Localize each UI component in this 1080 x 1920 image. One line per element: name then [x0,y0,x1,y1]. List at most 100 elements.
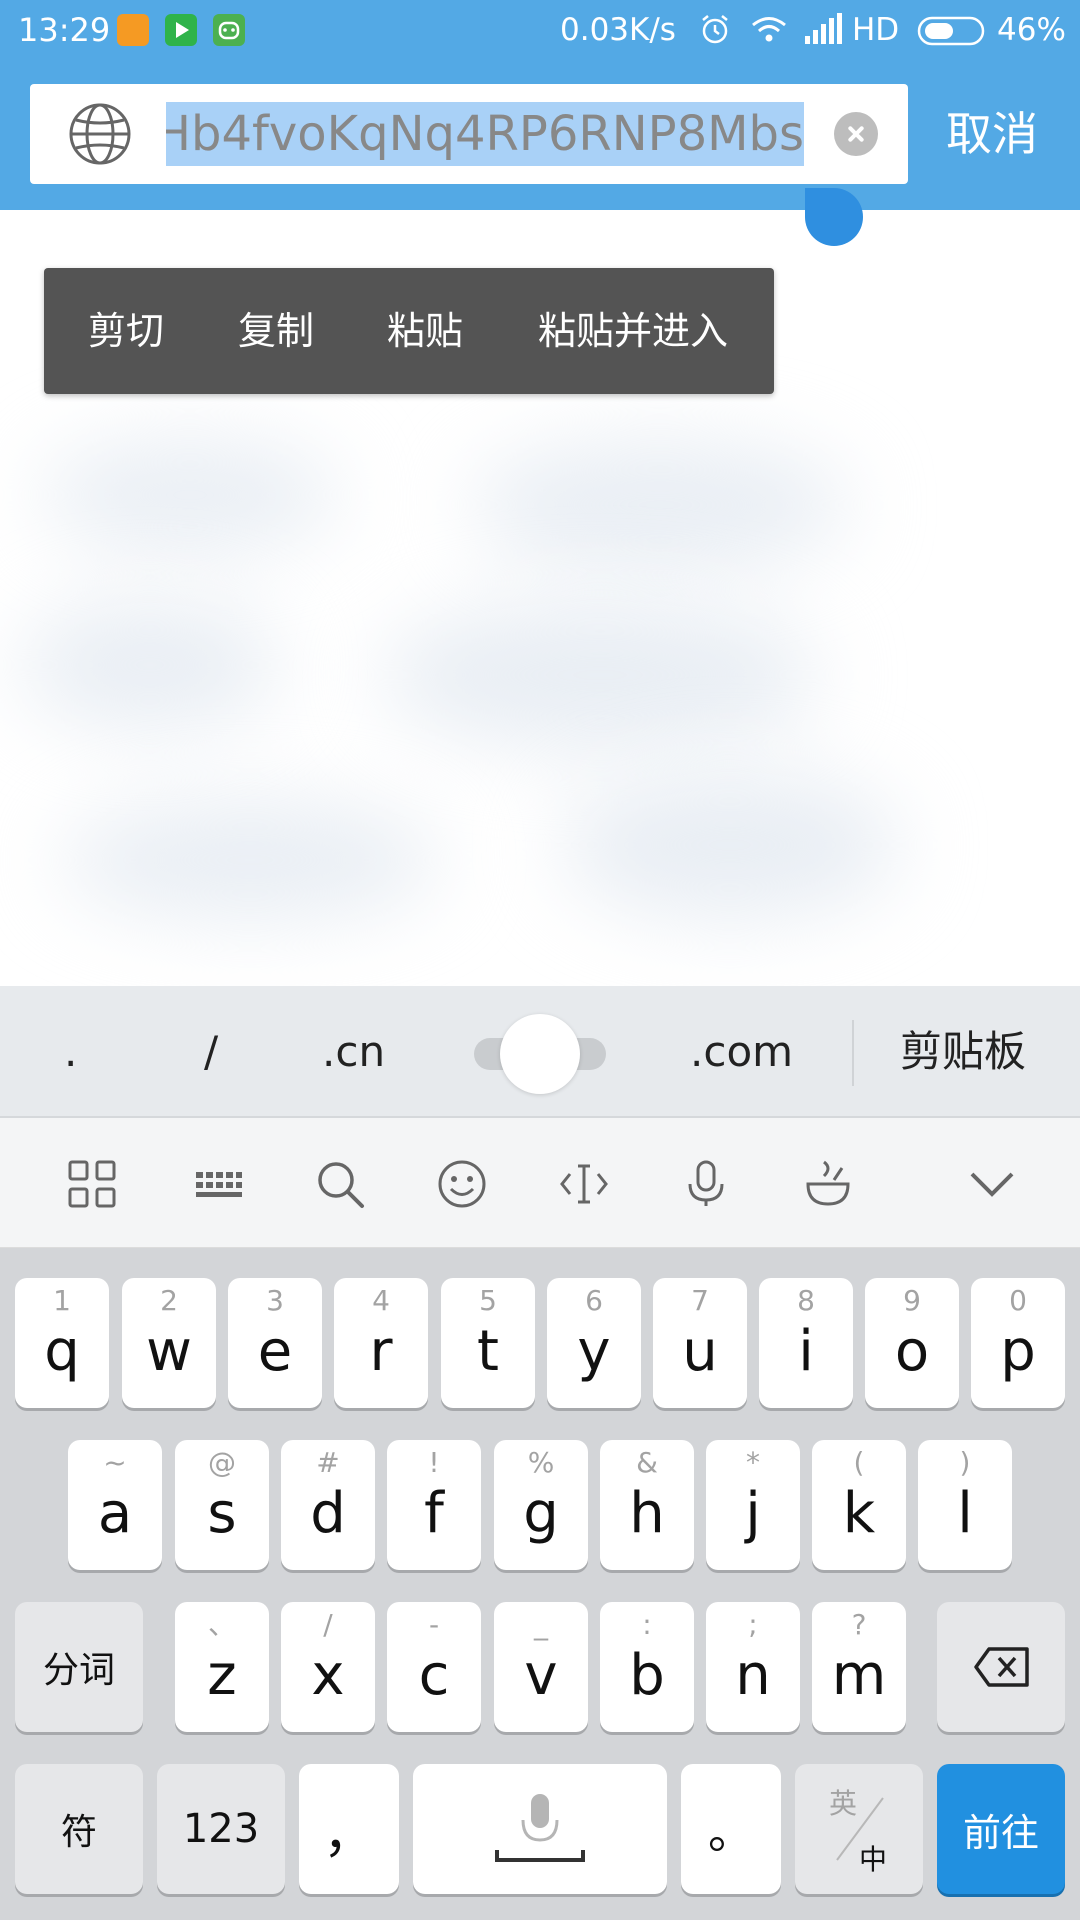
segment-key[interactable]: 分词 [15,1602,143,1732]
cancel-button[interactable]: 取消 [946,106,1038,162]
key-r[interactable]: 4r [334,1278,428,1408]
menu-copy[interactable]: 复制 [238,308,314,354]
page-content-blur [20,600,280,730]
key-label: c [418,1643,450,1708]
key-label: y [577,1319,611,1384]
menu-cut[interactable]: 剪切 [88,308,164,354]
key-sub: 9 [903,1284,921,1317]
key-s[interactable]: @ s [175,1440,269,1570]
key-label: 前往 [962,1810,1039,1855]
key-h[interactable]: & h [600,1440,694,1570]
key-sub: 8 [797,1284,815,1317]
key-l[interactable]: ) l [918,1440,1012,1570]
battery-percent: 46% [997,12,1066,48]
key-d[interactable]: # d [281,1440,375,1570]
key-sub: 5 [479,1284,497,1317]
key-m[interactable]: ? m [812,1602,906,1732]
key-t[interactable]: 5t [441,1278,535,1408]
key-label: e [257,1319,293,1384]
android-app-icon [213,14,245,46]
key-g[interactable]: % g [494,1440,588,1570]
comma-key[interactable]: ， [299,1764,399,1894]
menu-paste[interactable]: 粘贴 [387,308,463,354]
skin-theme-icon[interactable] [802,1158,854,1210]
key-label: 123 [182,1806,260,1852]
key-y[interactable]: 6y [547,1278,641,1408]
key-o[interactable]: 9o [865,1278,959,1408]
period-key[interactable]: 。 [681,1764,781,1894]
key-label: 分词 [42,1650,115,1691]
cursor-slider-knob[interactable] [500,1014,580,1094]
header: 13:29 0.03K/s HD 46% .eHb4fvoKqNq4RP6RNP… [0,0,1080,210]
key-q[interactable]: 1q [15,1278,109,1408]
backspace-icon [974,1647,1029,1687]
language-switch-key[interactable]: 英 中 [795,1764,923,1894]
key-n[interactable]: ; n [706,1602,800,1732]
key-label: u [682,1319,718,1384]
key-j[interactable]: * j [706,1440,800,1570]
chevron-down-icon[interactable] [966,1158,1018,1210]
url-input[interactable]: .eHb4fvoKqNq4RP6RNP8Mbs [166,106,804,162]
key-c[interactable]: -c [387,1602,481,1732]
url-bar[interactable]: .eHb4fvoKqNq4RP6RNP8Mbs [30,84,908,184]
key-label: i [798,1319,814,1384]
grid-menu-icon[interactable] [66,1158,118,1210]
suggest-com[interactable]: .com [690,1026,793,1078]
keyboard-layout-icon[interactable] [192,1158,244,1210]
key-label: 。 [708,1805,754,1859]
symbol-key[interactable]: 符 [15,1764,143,1894]
alarm-icon [702,15,728,44]
key-label: g [523,1481,559,1546]
key-sub: ! [428,1446,440,1479]
key-f[interactable]: ! f [387,1440,481,1570]
globe-icon [69,103,131,165]
space-key[interactable] [413,1764,667,1894]
key-sub: ? [851,1608,867,1641]
key-z[interactable]: 、 z [175,1602,269,1732]
suggest-slash[interactable]: / [204,1026,218,1078]
key-label: w [146,1319,192,1384]
key-sub: 6 [585,1284,603,1317]
hd-indicator: HD [852,12,900,48]
key-v[interactable]: _ v [494,1602,588,1732]
search-icon[interactable] [314,1158,366,1210]
cursor-edit-icon[interactable] [558,1158,610,1210]
key-k[interactable]: (k [812,1440,906,1570]
keyboard-toolbar [0,1118,1080,1248]
menu-paste-and-go[interactable]: 粘贴并进入 [538,308,728,354]
url-input-selection[interactable]: .eHb4fvoKqNq4RP6RNP8Mbs [166,102,804,166]
numeric-key[interactable]: 123 [157,1764,285,1894]
key-a[interactable]: ~ a [68,1440,162,1570]
key-sub: / [323,1608,333,1641]
go-button[interactable]: 前往 [937,1764,1065,1894]
key-label: f [424,1481,444,1546]
key-label: r [369,1319,393,1384]
backspace-key[interactable] [937,1602,1065,1732]
page-content-blur [60,800,440,920]
emoji-icon[interactable] [436,1158,488,1210]
key-e[interactable]: 3e [228,1278,322,1408]
microphone-icon[interactable] [680,1158,732,1210]
key-w[interactable]: 2w [122,1278,216,1408]
key-sub: % [527,1446,555,1479]
key-label: l [957,1481,973,1546]
selection-handle[interactable] [805,168,863,246]
key-x[interactable]: / x [281,1602,375,1732]
key-sub: 、 [207,1608,236,1641]
video-app-icon [165,14,197,46]
suggest-dot[interactable]: . [64,1026,77,1078]
key-label: o [894,1319,930,1384]
key-i[interactable]: 8i [759,1278,853,1408]
suggest-cn[interactable]: .cn [322,1026,385,1078]
key-sub: ) [959,1446,971,1479]
key-u[interactable]: 7u [653,1278,747,1408]
key-sub: & [636,1446,658,1479]
key-label: p [1000,1319,1036,1384]
key-sub: _ [534,1608,548,1641]
clear-icon[interactable] [834,112,878,156]
clipboard-button[interactable]: 剪贴板 [900,1026,1026,1078]
key-p[interactable]: 0p [971,1278,1065,1408]
key-label: n [735,1643,771,1708]
key-b[interactable]: :b [600,1602,694,1732]
network-speed: 0.03K/s [560,12,676,48]
